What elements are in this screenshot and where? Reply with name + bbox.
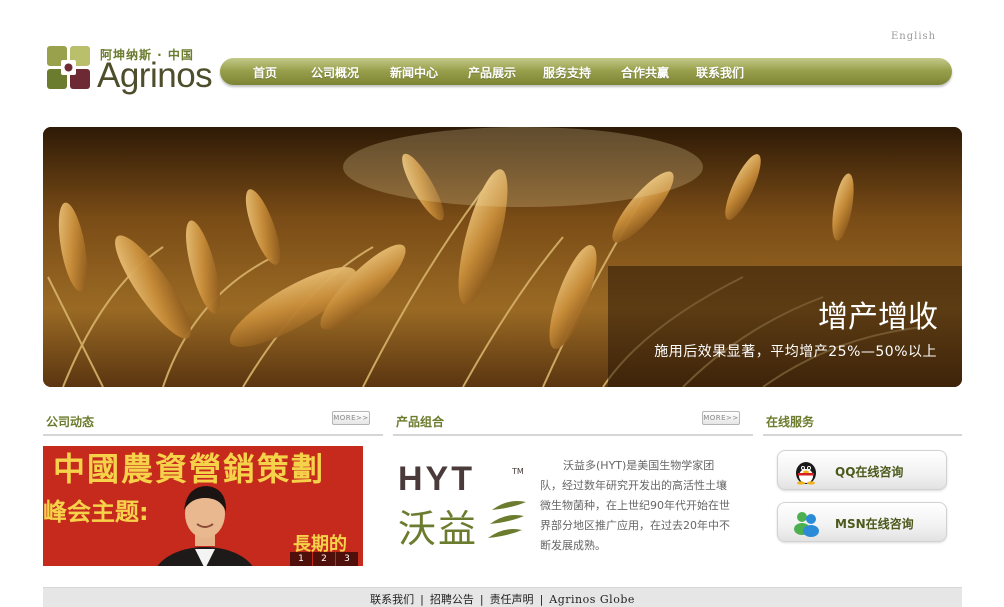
qq-consult-button[interactable]: QQ在线咨询 xyxy=(777,450,947,490)
nav-item-home[interactable]: 首页 xyxy=(253,64,277,81)
news-section-title: 公司动态 xyxy=(46,415,95,429)
nav-item-products[interactable]: 产品展示 xyxy=(468,64,516,81)
news-page-1[interactable]: 1 xyxy=(290,552,312,566)
msn-consult-button[interactable]: MSN在线咨询 xyxy=(777,502,947,542)
service-section-header: 在线服务 xyxy=(763,410,962,436)
main-nav: 首页 公司概况 新闻中心 产品展示 服务支持 合作共赢 联系我们 xyxy=(220,58,952,85)
news-section-header: 公司动态 MORE>> xyxy=(43,410,383,436)
logo-en-text: Agrinos xyxy=(97,56,213,95)
qq-penguin-icon xyxy=(796,462,816,485)
banner-title: 增产增收 xyxy=(818,300,938,335)
hyt-product-logo[interactable]: HYT TM 沃益 xyxy=(398,460,528,551)
photo-banner-text-2: 峰会主题: xyxy=(43,498,149,526)
msn-buddy-icon xyxy=(794,512,819,537)
nav-item-cooperation[interactable]: 合作共赢 xyxy=(621,64,669,81)
footer-link-disclaimer[interactable]: 责任声明 xyxy=(490,593,534,606)
news-photo[interactable]: 中國農資營銷策劃 峰会主题: 長期的 xyxy=(43,446,363,566)
news-page-3[interactable]: 3 xyxy=(336,552,358,566)
nav-item-contact[interactable]: 联系我们 xyxy=(696,64,744,81)
logo-mark-icon xyxy=(47,46,90,89)
footer-separator: | xyxy=(539,593,544,606)
hyt-logo-tm: TM xyxy=(512,467,524,476)
banner-subtitle: 施用后效果显著，平均增产25%—50%以上 xyxy=(654,344,937,360)
footer-link-jobs[interactable]: 招聘公告 xyxy=(430,593,474,606)
service-section-title: 在线服务 xyxy=(766,415,815,429)
hyt-logo-cn: 沃益 xyxy=(398,507,479,551)
footer-separator: | xyxy=(479,593,484,606)
products-section-header: 产品组合 MORE>> xyxy=(393,410,753,436)
qq-consult-label: QQ在线咨询 xyxy=(835,465,904,479)
products-more-button[interactable]: MORE>> xyxy=(702,411,740,425)
nav-item-news[interactable]: 新闻中心 xyxy=(390,64,438,81)
speaker-person-image xyxy=(157,486,253,566)
hyt-logo-en: HYT xyxy=(398,460,475,498)
leaf-swoosh-icon xyxy=(488,501,526,538)
logo[interactable]: 阿坤纳斯 · 中国 Agrinos xyxy=(47,45,213,97)
product-description-text: 沃益多(HYT)是美国生物学家团队，经过数年研究开发出的高活性土壤微生物菌种，在… xyxy=(540,459,730,552)
msn-consult-label: MSN在线咨询 xyxy=(835,517,914,531)
footer-bar: 联系我们 | 招聘公告 | 责任声明 | Agrinos Globe xyxy=(43,587,962,607)
product-description: 沃益多(HYT)是美国生物学家团队，经过数年研究开发出的高活性土壤微生物菌种，在… xyxy=(540,456,735,556)
nav-item-company[interactable]: 公司概况 xyxy=(311,64,359,81)
english-link[interactable]: English xyxy=(891,31,936,42)
hero-banner[interactable]: 增产增收 施用后效果显著，平均增产25%—50%以上 xyxy=(43,127,962,387)
nav-item-support[interactable]: 服务支持 xyxy=(543,64,591,81)
news-page-2[interactable]: 2 xyxy=(313,552,335,566)
footer-links: 联系我们 | 招聘公告 | 责任声明 | Agrinos Globe xyxy=(43,591,962,607)
footer-link-contact[interactable]: 联系我们 xyxy=(370,593,414,606)
footer-link-global[interactable]: Agrinos Globe xyxy=(549,593,635,606)
products-section-title: 产品组合 xyxy=(396,415,445,429)
news-more-button[interactable]: MORE>> xyxy=(332,411,370,425)
footer-separator: | xyxy=(420,593,424,606)
